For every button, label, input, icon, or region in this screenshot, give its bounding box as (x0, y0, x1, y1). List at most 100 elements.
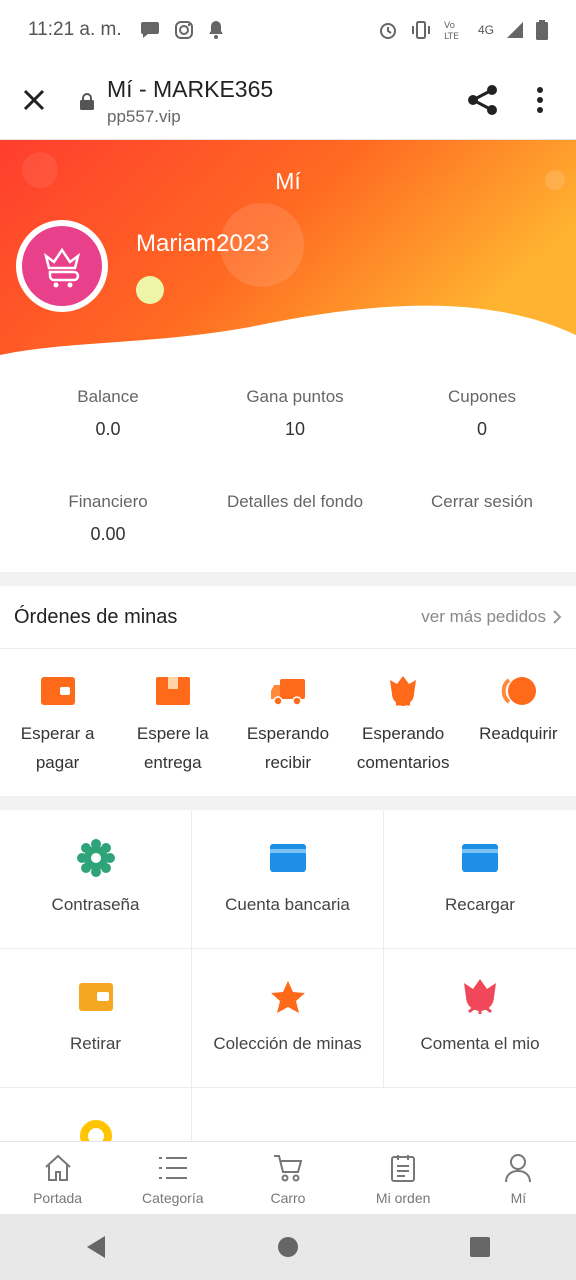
stat-label: Cerrar sesión (430, 492, 534, 511)
home-circle-icon[interactable] (277, 1236, 299, 1258)
menu-label: Retirar (69, 1034, 121, 1053)
more-orders-label: ver más pedidos (421, 607, 546, 626)
lock-icon (80, 93, 94, 110)
orders-title: Órdenes de minas (14, 605, 178, 628)
order-status-label: Espere la entrega (136, 724, 209, 772)
tab-cart[interactable]: Carro (230, 1142, 345, 1214)
star-icon (270, 981, 305, 1013)
stat-value: 0.00 (90, 524, 126, 544)
more-orders-link[interactable]: ver más pedidos (421, 607, 562, 627)
menu-password[interactable]: Contraseña (0, 810, 192, 949)
stat-points[interactable]: Gana puntos 10 (199, 387, 391, 440)
back-icon[interactable] (85, 1235, 107, 1259)
system-nav-bar (0, 1214, 576, 1280)
menu-withdraw[interactable]: Retirar (0, 949, 192, 1088)
stat-value: 0.0 (95, 419, 121, 439)
stat-label: Detalles del fondo (226, 492, 364, 511)
menu-label: Cuenta bancaria (225, 895, 350, 914)
bell-icon (208, 21, 223, 39)
volte-icon: VoLTE (444, 21, 459, 41)
stat-value: 10 (284, 419, 306, 439)
order-status-pending-receipt[interactable]: Esperando recibir (230, 649, 345, 777)
share-icon[interactable] (466, 84, 500, 116)
stat-label: Gana puntos (246, 387, 344, 406)
menu-collection[interactable]: Colección de minas (192, 949, 384, 1088)
level-badge (136, 276, 164, 304)
refund-icon (502, 677, 537, 705)
alarm-icon (379, 23, 396, 39)
avatar[interactable] (16, 220, 108, 312)
profile-header: Mí Mariam2023 (0, 140, 576, 365)
stat-label: Financiero (68, 492, 148, 511)
stat-balance[interactable]: Balance 0.0 (12, 387, 204, 440)
instagram-icon (174, 21, 193, 39)
menu-comments[interactable]: Comenta el mio (384, 949, 576, 1088)
order-status-pending-delivery[interactable]: Espere la entrega (115, 649, 230, 777)
bottom-tab-bar: Portada Categoría Carro Mi orden Mí (0, 1141, 576, 1214)
menu-bank-account[interactable]: Cuenta bancaria (192, 810, 384, 949)
flower-icon (464, 979, 496, 1014)
tab-category[interactable]: Categoría (115, 1142, 230, 1214)
order-status-pending-review[interactable]: Esperando comentarios (346, 649, 461, 777)
menu-extra[interactable] (0, 1088, 192, 1142)
tab-my-orders[interactable]: Mi orden (346, 1142, 461, 1214)
tab-label: Mí (510, 1190, 527, 1206)
cart-icon (273, 1155, 303, 1182)
order-status-label: Esperando recibir (246, 724, 330, 772)
username: Mariam2023 (136, 230, 270, 257)
circle-icon (79, 1120, 112, 1142)
list-icon (158, 1157, 187, 1179)
menu-label: Colección de minas (213, 1034, 362, 1053)
stat-financial[interactable]: Financiero 0.00 (12, 492, 204, 545)
menu-label: Comenta el mio (420, 1034, 540, 1053)
tab-label: Carro (270, 1190, 306, 1206)
crown-cart-icon (43, 247, 81, 288)
flower-icon (390, 676, 417, 706)
vibrate-icon (411, 21, 430, 39)
menu-recharge[interactable]: Recargar (384, 810, 576, 949)
stat-coupons[interactable]: Cupones 0 (386, 387, 576, 440)
tab-home[interactable]: Portada (0, 1142, 115, 1214)
fund-details-link[interactable]: Detalles del fondo (199, 492, 391, 512)
order-status-refund[interactable]: Readquirir (461, 649, 576, 777)
svg-text:Vo: Vo (444, 21, 455, 31)
more-options-icon[interactable] (536, 86, 544, 114)
user-icon (505, 1154, 532, 1183)
wallet-icon (78, 983, 113, 1011)
header-title: Mí (275, 168, 301, 194)
status-time: 11:21 a. m. (28, 19, 122, 40)
url-text[interactable]: pp557.vip (107, 107, 181, 127)
close-icon[interactable] (20, 86, 48, 114)
gear-icon (76, 839, 115, 877)
home-icon (44, 1154, 71, 1181)
tab-label: Categoría (142, 1190, 204, 1206)
services-grid: Contraseña Cuenta bancaria Recargar Reti… (0, 810, 576, 1142)
menu-label: Contraseña (51, 895, 140, 914)
tab-label: Mi orden (375, 1190, 431, 1206)
page-title-bar: Mí - MARKE365 (107, 76, 274, 102)
truck-icon (270, 679, 305, 706)
menu-label: Recargar (445, 895, 515, 914)
wallet-icon (40, 677, 75, 705)
card-icon (462, 844, 498, 872)
stat-label: Balance (77, 387, 139, 406)
network-type: 4G (477, 23, 494, 37)
order-status-pending-payment[interactable]: Esperar a pagar (0, 649, 115, 777)
browser-toolbar: Mí - MARKE365 pp557.vip (0, 60, 576, 140)
status-bar: 11:21 a. m. Vo LTE 4G (0, 0, 576, 60)
recents-icon[interactable] (469, 1236, 491, 1258)
battery-icon (536, 20, 548, 40)
order-icon (391, 1155, 416, 1182)
svg-text:LTE: LTE (444, 32, 459, 41)
order-status-label: Esperar a pagar (20, 724, 95, 772)
orders-section: Órdenes de minas ver más pedidos Esperar… (0, 586, 576, 796)
stat-label: Cupones (447, 387, 517, 406)
order-status-label: Esperando comentarios (356, 724, 450, 772)
stat-value: 0 (476, 419, 487, 439)
card-icon (269, 844, 306, 872)
account-stats: Balance 0.0 Gana puntos 10 Cupones 0 Fin… (0, 365, 576, 572)
order-status-label: Readquirir (479, 724, 558, 743)
logout-link[interactable]: Cerrar sesión (386, 492, 576, 512)
signal-icon (507, 22, 523, 38)
tab-me[interactable]: Mí (461, 1142, 576, 1214)
